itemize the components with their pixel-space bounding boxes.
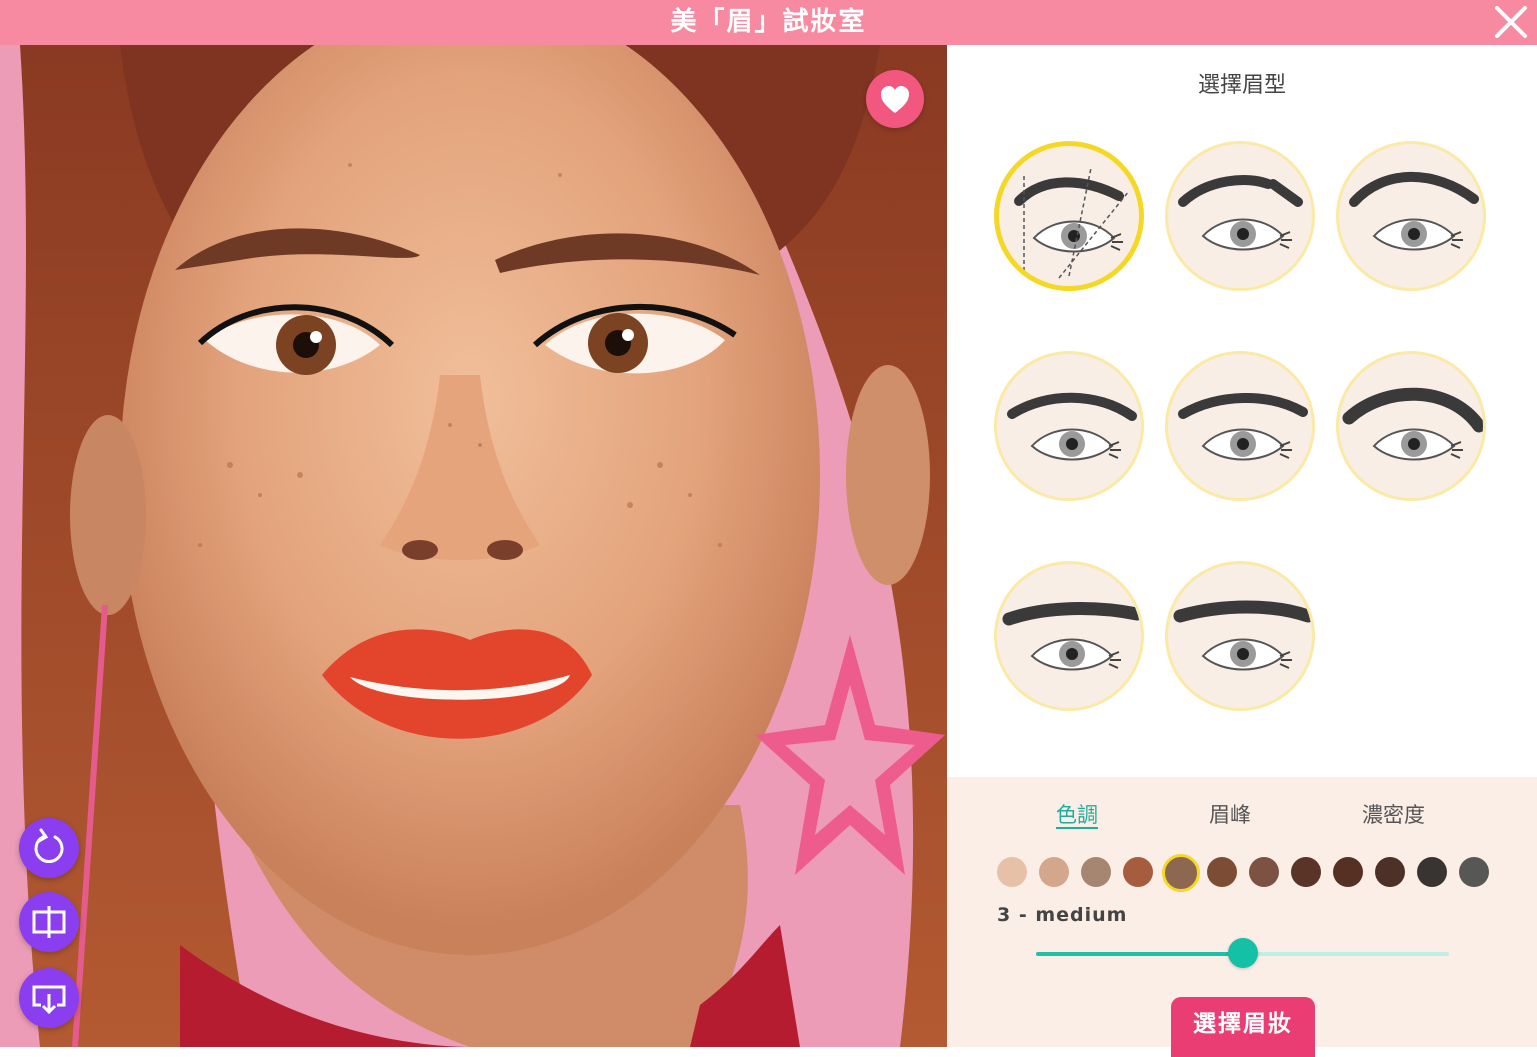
brow-shape-straight-thin[interactable] — [1165, 351, 1315, 501]
download-icon — [32, 985, 66, 1015]
tone-slider[interactable] — [1036, 938, 1449, 968]
tab-tone[interactable]: 色調 — [1056, 799, 1098, 829]
color-swatch[interactable] — [1081, 857, 1111, 887]
select-brow-button[interactable]: 選擇眉妝 — [1171, 997, 1315, 1057]
slider-thumb[interactable] — [1227, 938, 1258, 968]
brow-shape-guide[interactable] — [994, 141, 1144, 291]
color-swatch[interactable] — [1291, 857, 1321, 887]
color-swatch[interactable] — [1417, 857, 1447, 887]
color-swatch[interactable] — [1207, 857, 1237, 887]
brow-shape-soft-angled[interactable] — [1165, 141, 1315, 291]
face-preview — [0, 45, 947, 1047]
tab-density[interactable]: 濃密度 — [1362, 799, 1425, 829]
close-icon[interactable] — [1491, 2, 1531, 42]
color-swatch[interactable] — [1249, 857, 1279, 887]
tab-arch[interactable]: 眉峰 — [1209, 799, 1251, 829]
brow-panel: 選擇眉型 色調 眉峰 濃密度 3 - medium 選擇眉妝 — [947, 45, 1537, 1057]
face-illustration — [0, 45, 947, 1047]
color-swatch[interactable] — [1459, 857, 1489, 887]
app-title: 美「眉」試妝室 — [670, 7, 867, 37]
brow-shape-bold-arched[interactable] — [1336, 351, 1486, 501]
reset-icon — [34, 828, 64, 864]
color-swatch[interactable] — [1162, 854, 1200, 892]
download-button[interactable] — [19, 968, 79, 1028]
brow-shape-bold-straight[interactable] — [994, 561, 1144, 711]
tone-label: 3 - medium — [997, 904, 1128, 926]
color-swatch[interactable] — [1039, 857, 1069, 887]
favorite-button[interactable] — [866, 70, 924, 128]
color-swatch[interactable] — [997, 857, 1027, 887]
heart-icon — [881, 86, 909, 113]
brow-shape-feathered[interactable] — [994, 351, 1144, 501]
top-bar: 美「眉」試妝室 — [0, 0, 1537, 45]
compare-button[interactable] — [19, 892, 79, 952]
color-swatch[interactable] — [1123, 857, 1153, 887]
compare-icon — [32, 906, 66, 938]
panel-title: 選擇眉型 — [1197, 73, 1286, 98]
color-swatch[interactable] — [1333, 857, 1363, 887]
adjust-section: 色調 眉峰 濃密度 3 - medium 選擇眉妝 — [947, 777, 1537, 1057]
reset-button[interactable] — [19, 818, 79, 878]
slider-fill — [1036, 952, 1243, 956]
brow-shape-thick-flat[interactable] — [1165, 561, 1315, 711]
color-swatch[interactable] — [1375, 857, 1405, 887]
brow-shape-arched[interactable] — [1336, 141, 1486, 291]
